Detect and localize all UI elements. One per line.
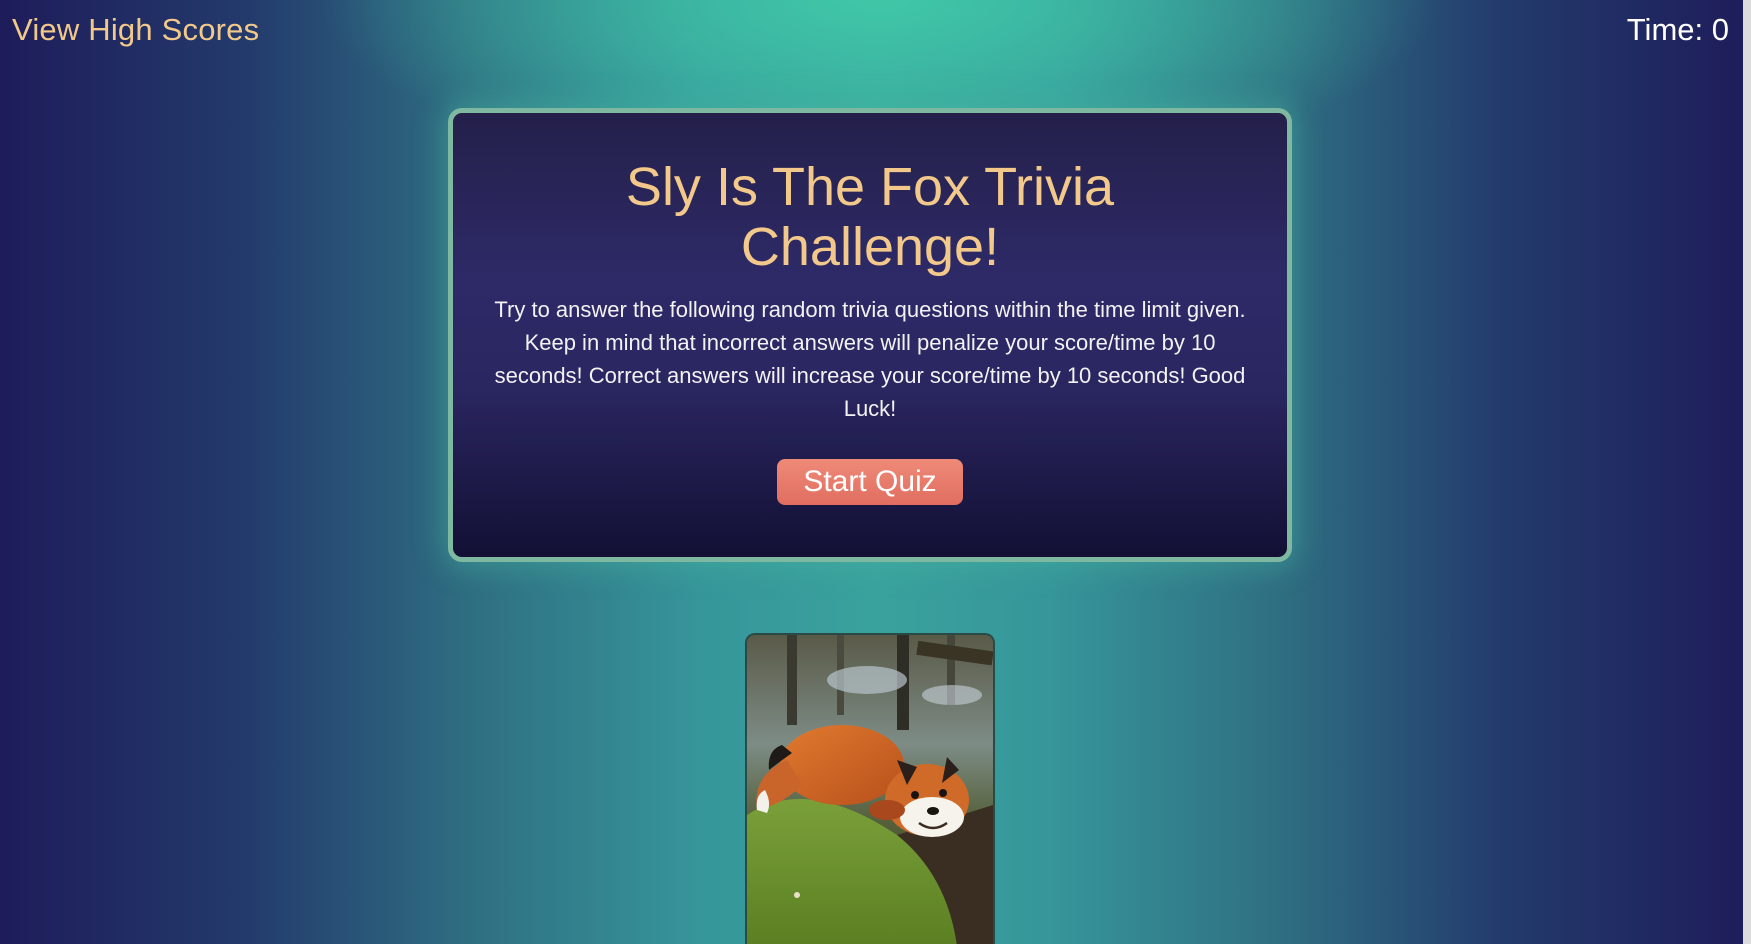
timer-value: 0 <box>1711 12 1729 47</box>
view-high-scores-link[interactable]: View High Scores <box>12 12 259 48</box>
timer-label: Time: <box>1626 12 1704 47</box>
fox-photo-illustration <box>747 635 993 944</box>
start-quiz-button[interactable]: Start Quiz <box>777 459 963 505</box>
timer-display: Time: 0 <box>1627 12 1729 48</box>
scrollbar-thumb[interactable] <box>1743 0 1751 944</box>
scrollbar[interactable] <box>1743 0 1751 944</box>
quiz-title: Sly Is The Fox Trivia Challenge! <box>625 157 1115 277</box>
fox-image <box>745 633 995 944</box>
quiz-intro-card: Sly Is The Fox Trivia Challenge! Try to … <box>448 108 1292 562</box>
quiz-instructions: Try to answer the following random trivi… <box>494 297 1246 421</box>
